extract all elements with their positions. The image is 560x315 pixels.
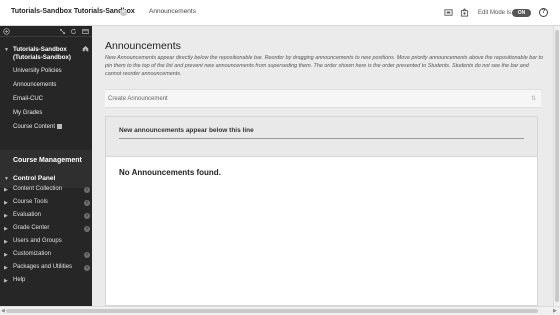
collapse-course-caret-icon[interactable]: ▼ <box>4 47 9 53</box>
divider-line <box>119 138 524 139</box>
expand-caret-icon[interactable]: ▶ <box>4 252 8 258</box>
empty-state-message: No Announcements found. <box>119 168 221 177</box>
scroll-right-icon[interactable]: ▶ <box>553 308 557 314</box>
page-title: Announcements <box>105 40 181 52</box>
link-icon[interactable] <box>444 8 453 17</box>
cp-item-course-tools[interactable]: Course Tools <box>13 199 48 205</box>
reorder-icon[interactable] <box>59 28 66 35</box>
course-title[interactable]: Tutorials-Sandbox Tutorials-Sandbox <box>11 8 135 15</box>
expand-caret-icon[interactable]: ▶ <box>4 187 8 193</box>
cp-item-help[interactable]: Help <box>13 277 25 283</box>
sidebar-item-email[interactable]: Email-CUC <box>13 96 43 102</box>
cp-item-content-collection[interactable]: Content Collection <box>13 186 62 192</box>
sidebar-item-label: Course Content <box>13 124 56 130</box>
scroll-left-icon[interactable]: ◀ <box>1 308 5 314</box>
cp-expand-icon[interactable]: › <box>84 200 90 206</box>
reorder-handle-icon[interactable]: ⇅ <box>531 95 536 102</box>
cp-item-users-and-groups[interactable]: Users and Groups <box>13 238 62 244</box>
horizontal-scroll-thumb[interactable] <box>6 309 538 313</box>
content-folder-icon <box>57 124 63 129</box>
vertical-scrollbar[interactable] <box>553 26 560 306</box>
top-bar: Tutorials-Sandbox Tutorials-Sandbox ✕ An… <box>0 0 560 26</box>
page-description: New Announcements appear directly below … <box>105 55 544 77</box>
student-preview-icon[interactable] <box>460 8 469 17</box>
cp-expand-icon[interactable]: › <box>84 226 90 232</box>
course-management-band <box>0 150 92 188</box>
add-menu-item-icon[interactable] <box>3 28 10 35</box>
repositionable-bar[interactable]: New announcements appear below this line <box>106 117 537 157</box>
expand-caret-icon[interactable]: ▶ <box>4 213 8 219</box>
expand-caret-icon[interactable]: ▶ <box>4 200 8 206</box>
cp-item-grade-center[interactable]: Grade Center <box>13 225 49 231</box>
announcements-list: New announcements appear below this line… <box>105 116 538 306</box>
repositionable-bar-label: New announcements appear below this line <box>119 127 254 134</box>
cp-expand-icon[interactable]: › <box>84 213 90 219</box>
create-announcement-button[interactable]: Create Announcement <box>108 96 168 102</box>
expand-caret-icon[interactable]: ▶ <box>4 265 8 271</box>
sidebar-item-university-policies[interactable]: University Policies <box>13 68 62 74</box>
control-panel-heading[interactable]: Control Panel <box>13 175 55 182</box>
main-content: Announcements New Announcements appear d… <box>92 26 553 306</box>
home-icon[interactable] <box>82 45 89 52</box>
course-menu: ▼ Tutorials-Sandbox (Tutorials-Sandbox) … <box>0 26 92 315</box>
cp-expand-icon[interactable]: › <box>84 252 90 258</box>
expand-caret-icon[interactable]: ▶ <box>4 278 8 284</box>
refresh-icon[interactable] <box>70 28 77 35</box>
expand-caret-icon[interactable]: ▶ <box>4 226 8 232</box>
folder-view-icon[interactable] <box>82 28 89 35</box>
breadcrumb-current: Announcements <box>149 8 196 15</box>
cp-expand-icon[interactable]: › <box>84 187 90 193</box>
sidebar-item-course-content[interactable]: Course Content <box>13 124 63 130</box>
action-bar: Create Announcement ⇅ <box>105 89 541 108</box>
cp-item-customization[interactable]: Customization <box>13 251 51 257</box>
course-management-heading: Course Management <box>13 157 82 164</box>
sidebar-item-my-grades[interactable]: My Grades <box>13 110 42 116</box>
expand-caret-icon[interactable]: ▶ <box>4 239 8 245</box>
cp-item-packages-and-utilities[interactable]: Packages and Utilities <box>13 264 72 270</box>
horizontal-scrollbar[interactable]: ◀ ▶ <box>0 306 560 315</box>
control-panel-caret-icon[interactable]: ▼ <box>4 176 9 182</box>
cp-item-evaluation[interactable]: Evaluation <box>13 212 41 218</box>
cp-expand-icon[interactable]: › <box>84 265 90 271</box>
vertical-scroll-thumb[interactable] <box>555 30 559 302</box>
sidebar-item-announcements[interactable]: Announcements <box>13 82 56 88</box>
help-icon[interactable]: ? <box>539 8 548 17</box>
edit-mode-toggle[interactable]: ON <box>512 9 531 17</box>
course-name[interactable]: Tutorials-Sandbox (Tutorials-Sandbox) <box>13 46 81 62</box>
edit-mode-label: Edit Mode is: <box>478 10 513 16</box>
course-menu-toolbar <box>0 26 92 37</box>
close-course-icon[interactable]: ✕ <box>120 9 127 16</box>
